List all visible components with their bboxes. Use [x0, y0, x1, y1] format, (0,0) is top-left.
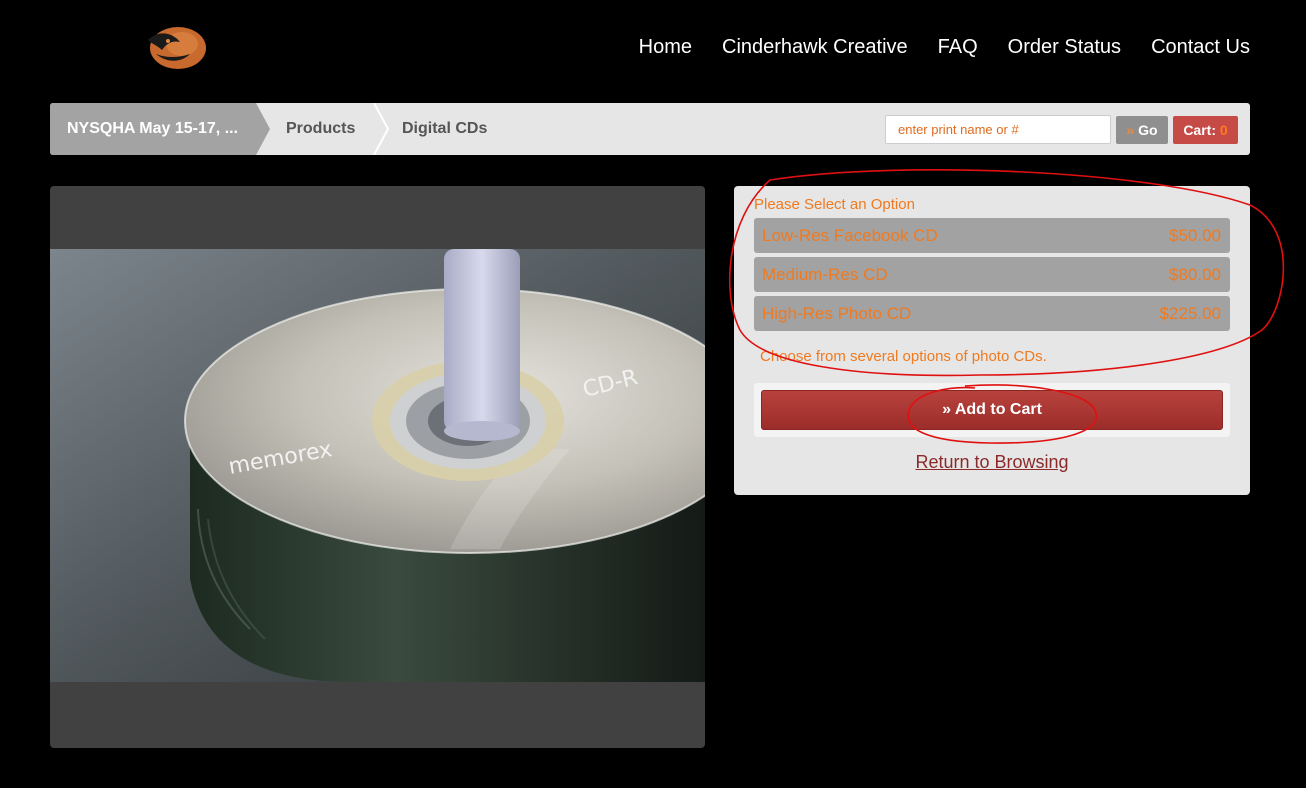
search-input[interactable] — [885, 115, 1111, 144]
option-low-res[interactable]: Low-Res Facebook CD $50.00 — [754, 218, 1230, 253]
cart-button[interactable]: Cart: 0 — [1173, 116, 1238, 144]
add-to-cart-button[interactable]: » Add to Cart — [761, 390, 1223, 430]
breadcrumb-separator-icon — [373, 103, 390, 155]
nav-faq[interactable]: FAQ — [938, 36, 978, 59]
options-title: Please Select an Option — [754, 196, 915, 213]
cart-count: 0 — [1219, 122, 1228, 138]
option-price: $225.00 — [1159, 304, 1221, 323]
go-prefix: » — [1126, 122, 1135, 138]
option-high-res[interactable]: High-Res Photo CD $225.00 — [754, 296, 1230, 331]
option-label: High-Res Photo CD — [762, 304, 912, 323]
options-description: Choose from several options of photo CDs… — [760, 348, 1047, 365]
breadcrumb-event[interactable]: NYSQHA May 15-17, ... — [50, 103, 270, 155]
nav-contact-us[interactable]: Contact Us — [1151, 36, 1250, 59]
nav-order-status[interactable]: Order Status — [1008, 36, 1121, 59]
option-label: Medium-Res CD — [762, 265, 888, 284]
cart-label: Cart: — [1183, 122, 1216, 138]
cd-stack-photo: memorex CD-R — [50, 249, 705, 682]
search-go-button[interactable]: » Go — [1116, 116, 1168, 144]
main-nav: Home Cinderhawk Creative FAQ Order Statu… — [639, 36, 1250, 59]
return-to-browsing-link[interactable]: Return to Browsing — [734, 452, 1250, 473]
product-image-panel: memorex CD-R — [50, 186, 705, 748]
add-to-cart-container: » Add to Cart — [754, 383, 1230, 437]
option-label: Low-Res Facebook CD — [762, 226, 938, 245]
hawk-logo-icon[interactable] — [142, 24, 208, 72]
nav-home[interactable]: Home — [639, 36, 692, 59]
nav-cinderhawk-creative[interactable]: Cinderhawk Creative — [722, 36, 908, 59]
option-medium-res[interactable]: Medium-Res CD $80.00 — [754, 257, 1230, 292]
option-price: $50.00 — [1169, 226, 1221, 245]
breadcrumb-digital-cds[interactable]: Digital CDs — [402, 103, 487, 155]
go-label: Go — [1138, 122, 1158, 138]
breadcrumb-products[interactable]: Products — [286, 103, 355, 155]
options-panel: Please Select an Option Low-Res Facebook… — [734, 186, 1250, 495]
option-price: $80.00 — [1169, 265, 1221, 284]
breadcrumb-bar: NYSQHA May 15-17, ... Products Digital C… — [50, 103, 1250, 155]
